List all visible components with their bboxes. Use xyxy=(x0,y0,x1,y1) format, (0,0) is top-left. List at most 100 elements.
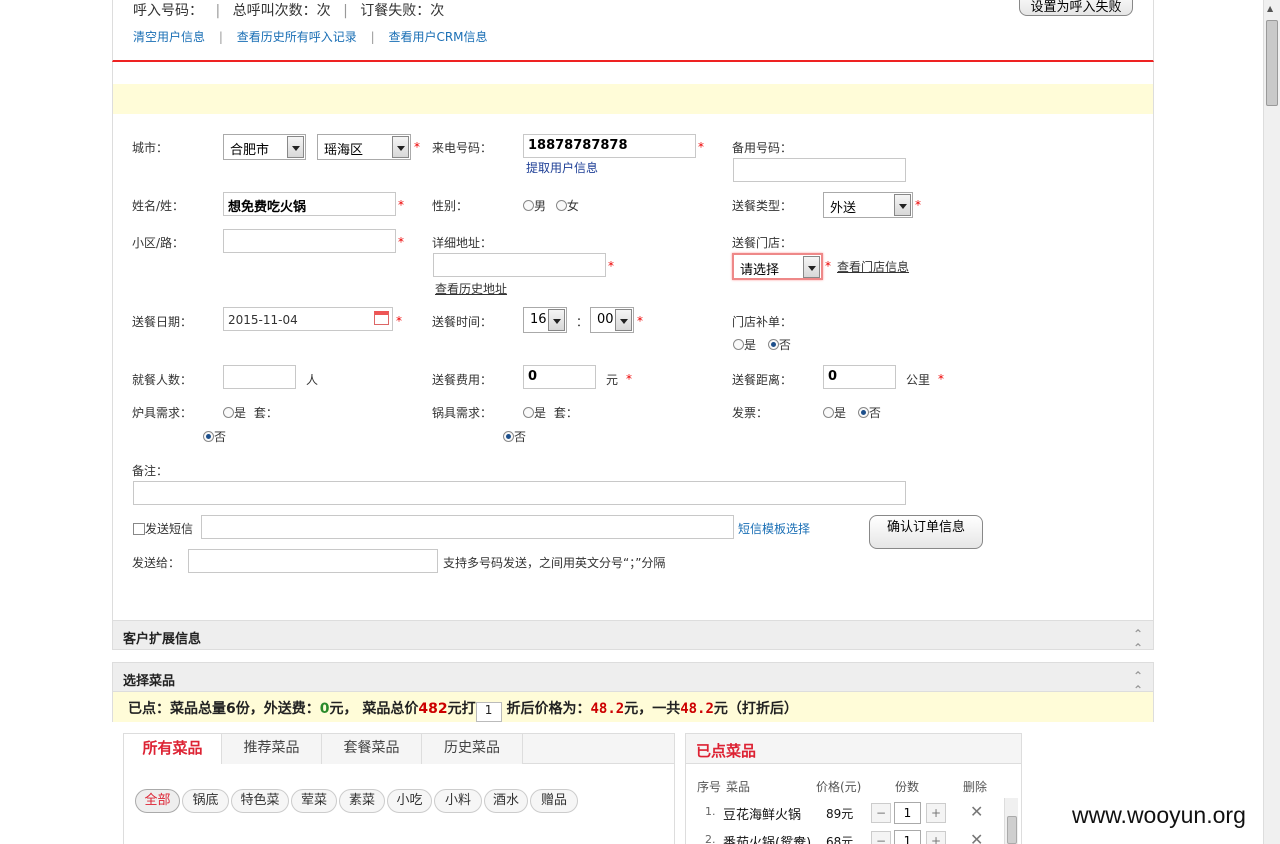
sms-content-input[interactable] xyxy=(201,515,734,539)
clear-user-info-link[interactable]: 清空用户信息 xyxy=(133,30,205,44)
fee-input[interactable]: 0 xyxy=(523,365,596,389)
hour-select[interactable]: 16 xyxy=(523,307,567,333)
tab-all-dishes[interactable]: 所有菜品 xyxy=(124,734,222,764)
fetch-user-info-link[interactable]: 提取用户信息 xyxy=(526,159,598,176)
summary-fee-unit: 元， 菜品总价 xyxy=(329,701,419,717)
required-mark: * xyxy=(915,198,921,212)
address-input[interactable] xyxy=(433,253,606,277)
pot-no-radio[interactable] xyxy=(503,431,514,442)
supplement-yes-radio[interactable] xyxy=(733,339,744,350)
customer-ext-header[interactable]: 客户扩展信息 ⌃ ⌃ xyxy=(112,620,1154,655)
gender-female-radio[interactable] xyxy=(555,200,567,211)
category-condiment[interactable]: 小料 xyxy=(434,789,482,813)
fee-unit: 元 xyxy=(606,373,619,387)
minute-select[interactable]: 00 xyxy=(590,307,634,333)
pot-yes-option: 是 套： xyxy=(523,404,578,421)
chevron-down-icon xyxy=(392,136,409,158)
invoice-options: 是 否 xyxy=(823,404,881,421)
category-gifts[interactable]: 赠品 xyxy=(530,789,578,813)
tab-recommended[interactable]: 推荐菜品 xyxy=(222,734,322,764)
scroll-up-icon[interactable]: ▲ xyxy=(1267,4,1273,13)
date-input[interactable]: 2015-11-04 xyxy=(223,307,393,331)
supplement-no-radio[interactable] xyxy=(767,339,779,350)
category-pot-base[interactable]: 锅底 xyxy=(182,789,229,813)
row-price: 89元 xyxy=(826,807,854,821)
choose-dishes-header[interactable]: 选择菜品 ⌃ ⌃ xyxy=(112,662,1154,697)
send-to-input[interactable] xyxy=(188,549,438,573)
store-info-link[interactable]: 查看门店信息 xyxy=(837,258,909,275)
ordered-title: 已点菜品 xyxy=(696,742,757,760)
delete-icon[interactable]: ✕ xyxy=(970,830,983,844)
stove-yes-radio[interactable] xyxy=(223,407,234,418)
history-calls-link[interactable]: 查看历史所有呼入记录 xyxy=(237,30,357,44)
qty-input[interactable]: 1 xyxy=(894,830,921,844)
summary-after-label: 折后价格为： xyxy=(506,701,591,717)
tab-set-meals[interactable]: 套餐菜品 xyxy=(322,734,422,764)
delete-icon[interactable]: ✕ xyxy=(970,802,983,821)
pot-yes-radio[interactable] xyxy=(523,407,534,418)
minus-icon[interactable]: − xyxy=(871,803,891,823)
summary-total: 482 xyxy=(418,701,448,717)
crm-info-link[interactable]: 查看用户CRM信息 xyxy=(388,30,487,44)
plus-icon[interactable]: + xyxy=(926,803,946,823)
sms-checkbox[interactable] xyxy=(133,523,145,535)
phone-input[interactable]: 18878787878 xyxy=(523,134,696,158)
confirm-order-button[interactable]: 确认订单信息 xyxy=(869,515,983,549)
distance-input[interactable]: 0 xyxy=(823,365,896,389)
col-header-qty: 份数 xyxy=(895,780,920,794)
page-scrollbar[interactable]: ▲ xyxy=(1263,0,1280,844)
district-select[interactable]: 瑶海区 xyxy=(317,134,411,160)
row-no: 1. xyxy=(705,805,716,818)
hour-value: 16 xyxy=(530,312,547,327)
delivery-type-value: 外送 xyxy=(830,201,857,216)
gender-male-radio[interactable] xyxy=(523,200,534,211)
history-address-link[interactable]: 查看历史地址 xyxy=(435,280,507,297)
remark-input[interactable] xyxy=(133,481,906,505)
send-to-hint: 支持多号码发送，之间用英文分号“；”分隔 xyxy=(443,556,666,570)
category-specialty[interactable]: 特色菜 xyxy=(231,789,289,813)
community-input[interactable] xyxy=(223,229,396,253)
qty-input[interactable]: 1 xyxy=(894,802,921,824)
minus-icon[interactable]: − xyxy=(871,831,891,844)
summary-fee: 0 xyxy=(319,701,330,717)
scrollbar-thumb[interactable] xyxy=(1007,816,1017,844)
incoming-number-label: 呼入号码： xyxy=(133,3,203,19)
city-select[interactable]: 合肥市 xyxy=(223,134,306,160)
sms-template-link[interactable]: 短信模板选择 xyxy=(738,520,810,537)
invoice-yes-radio[interactable] xyxy=(823,407,834,418)
ordered-list-scrollbar[interactable] xyxy=(1004,798,1018,844)
invoice-no-radio[interactable] xyxy=(857,407,869,418)
category-vegetable[interactable]: 素菜 xyxy=(339,789,385,813)
collapse-icon[interactable]: ⌃ ⌃ xyxy=(1133,627,1143,655)
supplement-yes-label: 是 xyxy=(744,338,757,352)
chevron-down-icon xyxy=(548,309,565,331)
backup-phone-input[interactable] xyxy=(733,158,906,182)
store-value: 请选择 xyxy=(740,263,780,278)
stove-no-label: 否 xyxy=(214,430,227,444)
discount-input[interactable]: 1 xyxy=(475,702,502,722)
store-supplement-label: 门店补单： xyxy=(732,315,793,329)
scrollbar-thumb[interactable] xyxy=(1266,20,1278,106)
col-header-delete: 删除 xyxy=(963,780,988,794)
summary-count: 6 xyxy=(226,701,236,717)
order-fail-label: 订餐失败：次 xyxy=(360,3,445,19)
mark-call-failed-button[interactable]: 设置为呼入失败 xyxy=(1019,0,1133,16)
tab-history-dishes[interactable]: 历史菜品 xyxy=(422,734,523,764)
required-mark: * xyxy=(626,372,632,386)
delivery-type-label: 送餐类型： xyxy=(732,199,793,213)
category-all[interactable]: 全部 xyxy=(135,789,180,813)
category-meat[interactable]: 荤菜 xyxy=(291,789,337,813)
calendar-icon[interactable] xyxy=(374,311,389,325)
required-mark: * xyxy=(938,372,944,386)
plus-icon[interactable]: + xyxy=(926,831,946,844)
category-snack[interactable]: 小吃 xyxy=(387,789,432,813)
total-calls-label: 总呼叫次数：次 xyxy=(232,3,331,19)
category-drinks[interactable]: 酒水 xyxy=(484,789,528,813)
store-select[interactable]: 请选择 xyxy=(732,253,823,280)
time-separator: ： xyxy=(576,315,589,329)
delivery-type-select[interactable]: 外送 xyxy=(823,192,913,218)
stove-no-radio[interactable] xyxy=(203,431,214,442)
diners-input[interactable] xyxy=(223,365,296,389)
name-input[interactable]: 想免费吃火锅 xyxy=(223,192,396,216)
summary-after-unit: 元，一共 xyxy=(624,701,681,717)
